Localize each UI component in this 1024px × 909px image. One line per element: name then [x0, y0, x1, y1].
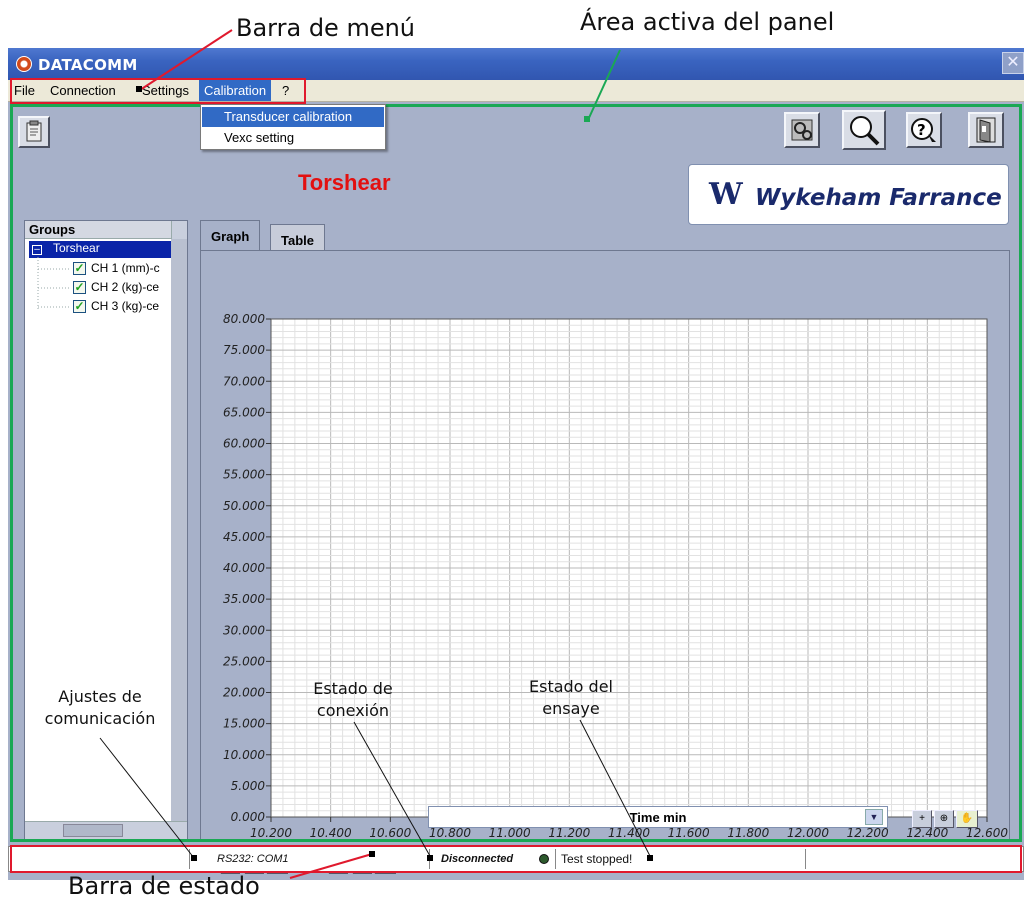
annotation-line: Estado del	[529, 677, 613, 696]
annotation-line: Estado de	[313, 679, 393, 698]
annotation-comm-settings: Ajustes de comunicación	[30, 686, 170, 730]
active-area-highlight	[10, 104, 1022, 842]
annotation-test-state: Estado del ensaye	[516, 676, 626, 720]
annotation-line: comunicación	[44, 709, 156, 728]
pointer-dot	[191, 855, 197, 861]
annotation-line: ensaye	[542, 699, 600, 718]
pointer-dot	[427, 855, 433, 861]
menu-vexc-setting[interactable]: Vexc setting	[202, 128, 384, 148]
annotation-active-area: Área activa del panel	[580, 8, 835, 36]
annotation-menu-bar: Barra de menú	[236, 14, 416, 42]
calibration-dropdown: Transducer calibration Vexc setting	[200, 104, 386, 150]
title-bar: DATACOMM ✕	[8, 48, 1024, 80]
status-bar-highlight	[10, 845, 1022, 873]
annotation-status-bar: Barra de estado	[68, 872, 260, 900]
pointer-dot	[584, 116, 590, 122]
menu-bar-highlight	[10, 78, 306, 104]
annotation-line: Ajustes de	[58, 687, 142, 706]
window-title: DATACOMM	[38, 56, 138, 74]
close-icon[interactable]: ✕	[1002, 52, 1024, 74]
annotation-line: conexión	[316, 701, 390, 720]
annotation-connection-state: Estado de conexión	[298, 678, 408, 722]
menu-transducer-calibration[interactable]: Transducer calibration	[202, 107, 384, 127]
datacomm-logo-icon	[16, 56, 32, 72]
pointer-dot	[136, 86, 142, 92]
pointer-dot	[369, 851, 375, 857]
pointer-dot	[647, 855, 653, 861]
